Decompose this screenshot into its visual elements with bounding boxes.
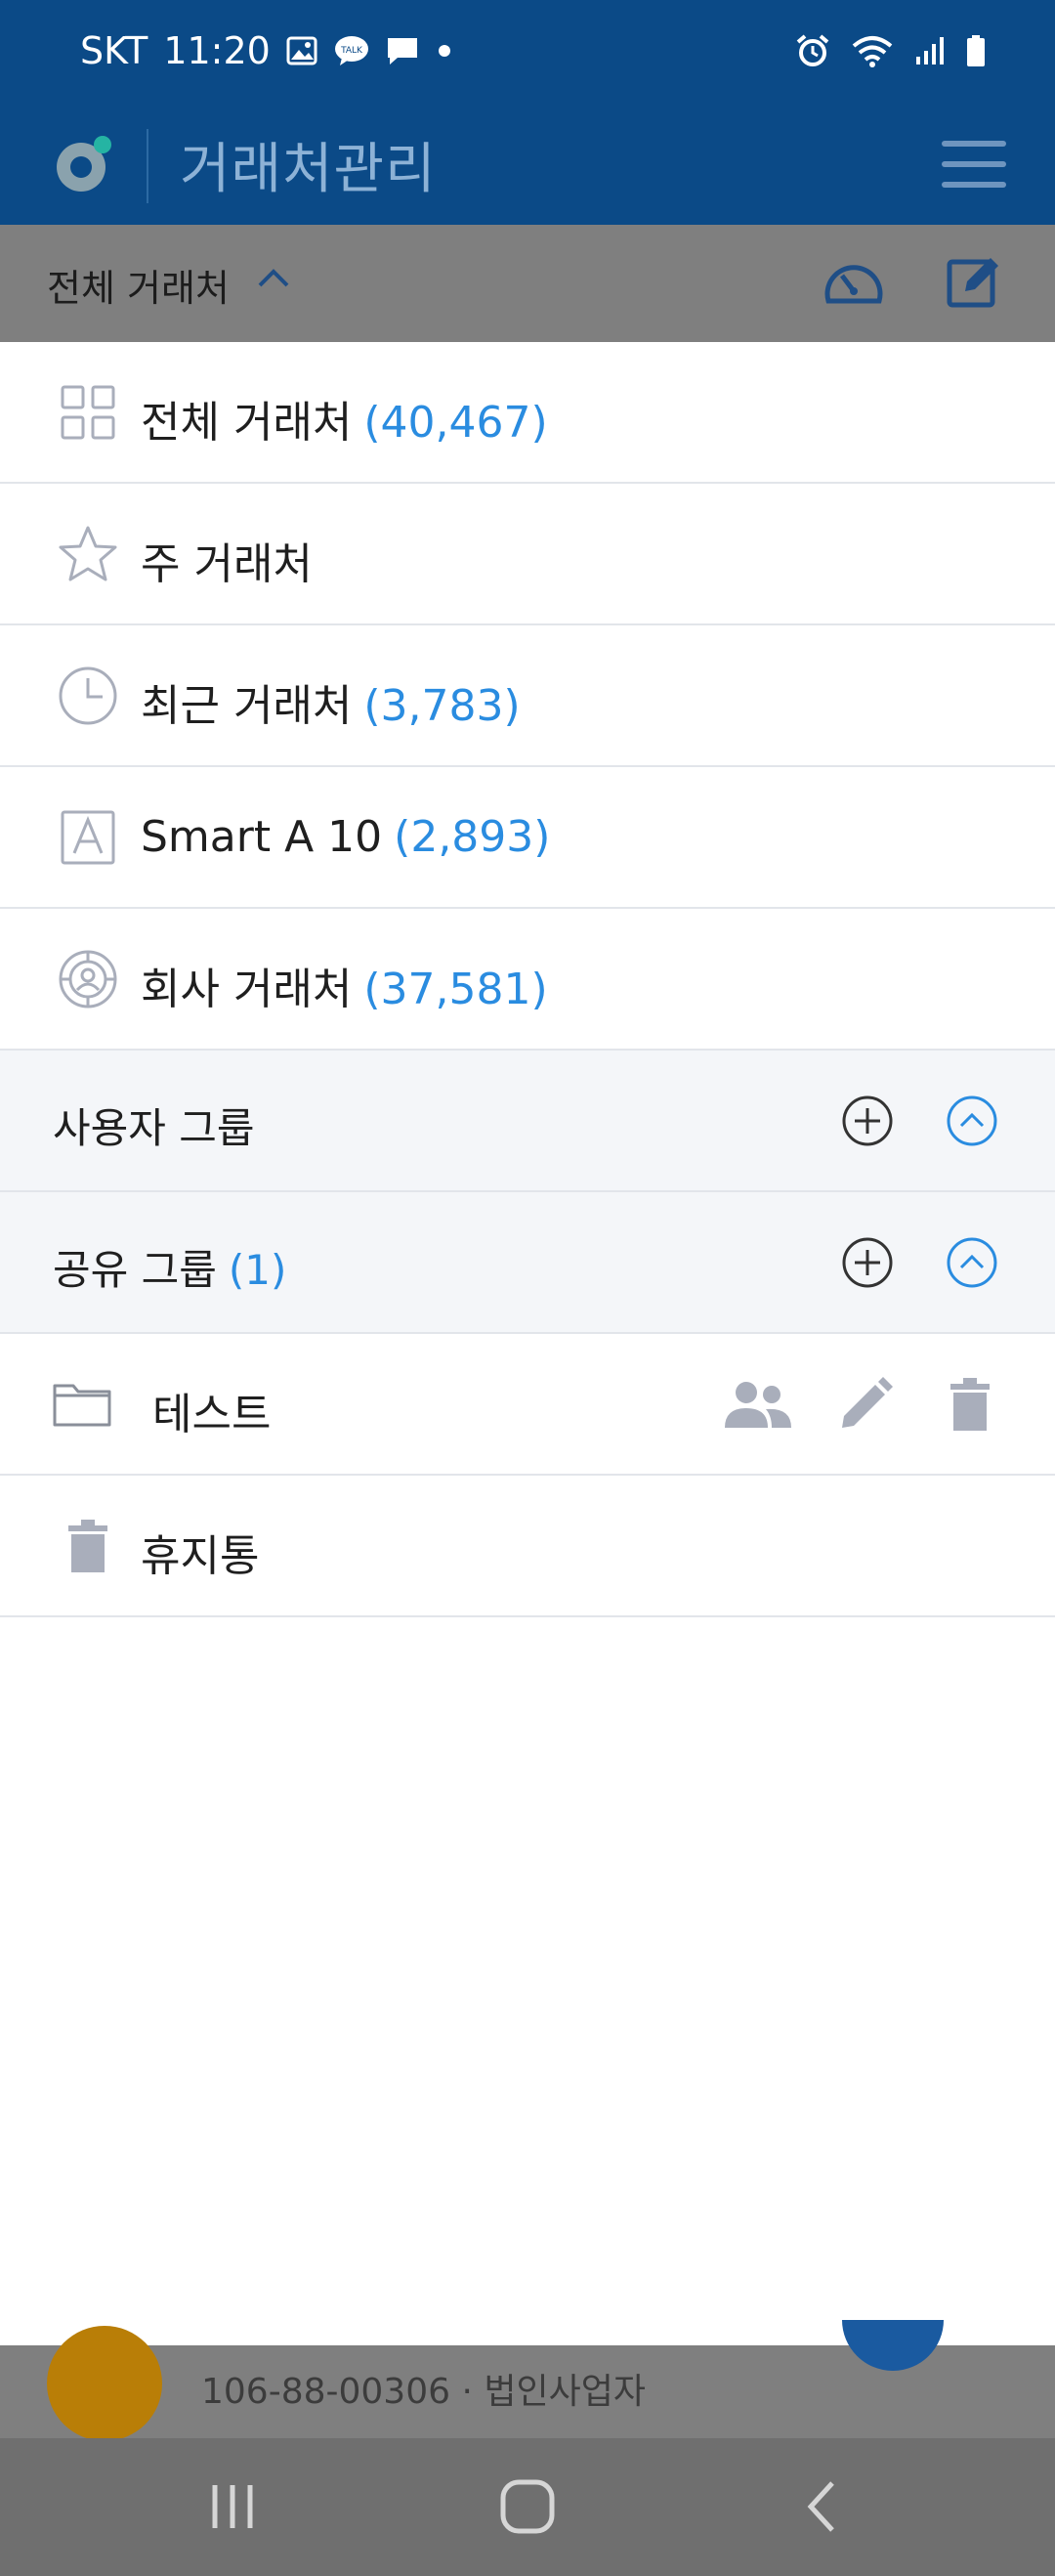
- drawer-item-count: (40,467): [363, 398, 548, 448]
- drawer-item-company[interactable]: 회사 거래처 (37,581): [0, 909, 1055, 1051]
- system-nav-bar: [0, 2438, 1055, 2576]
- add-circle-icon[interactable]: [838, 1233, 897, 1292]
- app-bar-divider: [147, 129, 148, 203]
- pencil-icon[interactable]: [828, 1373, 903, 1436]
- group-drawer-panel: 전체 거래처 (40,467) 주 거래처 최근 거래처 (3,783) Smart…: [0, 342, 1055, 2345]
- add-circle-icon[interactable]: [838, 1092, 897, 1150]
- drawer-item-smart-a[interactable]: Smart A 10 (2,893): [0, 767, 1055, 909]
- status-bar-left: SKT 11:20 TALK: [80, 29, 454, 72]
- underlying-list-peek: 106-88-00306 · 법인사업자: [0, 2320, 1055, 2441]
- clock-icon: [57, 665, 119, 727]
- edit-icon[interactable]: [946, 252, 1004, 315]
- dot-icon: [435, 41, 454, 61]
- message-icon: [386, 35, 419, 66]
- filter-label[interactable]: 전체 거래처: [47, 258, 230, 312]
- alarm-icon: [795, 33, 830, 68]
- app-bar: 거래처관리: [0, 109, 1055, 225]
- chevron-up-circle-icon[interactable]: [943, 1233, 1001, 1292]
- gallery-icon: [286, 36, 317, 65]
- drawer-item-label: 회사 거래처 (37,581): [141, 965, 548, 1014]
- company-icon: [57, 948, 119, 1010]
- recents-icon[interactable]: [203, 2477, 262, 2540]
- trash-label: 휴지통: [141, 1531, 260, 1581]
- drawer-item-count: (3,783): [363, 681, 521, 731]
- shared-folder-item[interactable]: 테스트: [0, 1334, 1055, 1476]
- trash-item[interactable]: 휴지통: [0, 1476, 1055, 1617]
- folder-label: 테스트: [152, 1390, 272, 1439]
- group-header-shared[interactable]: 공유 그룹 (1): [0, 1192, 1055, 1334]
- trash-icon[interactable]: [933, 1373, 1007, 1436]
- speedometer-icon[interactable]: [823, 254, 885, 317]
- status-bar: SKT 11:20 TALK: [0, 0, 1055, 109]
- list-item-subtitle: 106-88-00306 · 법인사업자: [201, 2372, 646, 2412]
- letter-a-icon: [57, 806, 119, 869]
- time-label: 11:20: [163, 29, 271, 72]
- back-icon[interactable]: [793, 2477, 852, 2540]
- drawer-item-label: 전체 거래처 (40,467): [141, 398, 548, 448]
- drawer-item-label: 최근 거래처 (3,783): [141, 681, 521, 731]
- status-bar-right: [795, 33, 987, 68]
- filter-bar: 전체 거래처: [0, 225, 1055, 342]
- group-count: (1): [228, 1246, 287, 1294]
- drawer-item-recent[interactable]: 최근 거래처 (3,783): [0, 625, 1055, 767]
- folder-icon: [51, 1373, 113, 1436]
- avatar: [47, 2326, 162, 2441]
- home-icon[interactable]: [498, 2477, 557, 2540]
- chevron-up-icon[interactable]: [256, 266, 291, 293]
- drawer-item-count: (37,581): [363, 965, 548, 1014]
- star-icon: [57, 523, 119, 585]
- group-header-user[interactable]: 사용자 그룹: [0, 1051, 1055, 1192]
- people-icon[interactable]: [721, 1373, 795, 1436]
- grid-icon: [57, 381, 119, 444]
- carrier-label: SKT: [80, 29, 148, 72]
- battery-icon: [965, 34, 987, 67]
- group-label: 공유 그룹 (1): [53, 1246, 287, 1294]
- svg-text:TALK: TALK: [340, 46, 363, 56]
- drawer-item-main[interactable]: 주 거래처: [0, 484, 1055, 625]
- kakaotalk-icon: TALK: [333, 34, 370, 67]
- drawer-item-all[interactable]: 전체 거래처 (40,467): [0, 342, 1055, 484]
- drawer-item-label: 주 거래처: [141, 539, 313, 589]
- wifi-icon: [852, 34, 893, 67]
- fab-button: [842, 2320, 944, 2371]
- trash-icon: [57, 1515, 119, 1577]
- hamburger-menu-icon[interactable]: [942, 135, 1006, 193]
- chevron-up-circle-icon[interactable]: [943, 1092, 1001, 1150]
- app-title: 거래처관리: [180, 138, 437, 201]
- group-label: 사용자 그룹: [53, 1104, 255, 1152]
- drawer-item-label: Smart A 10 (2,893): [141, 812, 551, 862]
- signal-icon: [914, 35, 944, 66]
- drawer-item-count: (2,893): [394, 812, 551, 862]
- app-logo: [49, 131, 117, 199]
